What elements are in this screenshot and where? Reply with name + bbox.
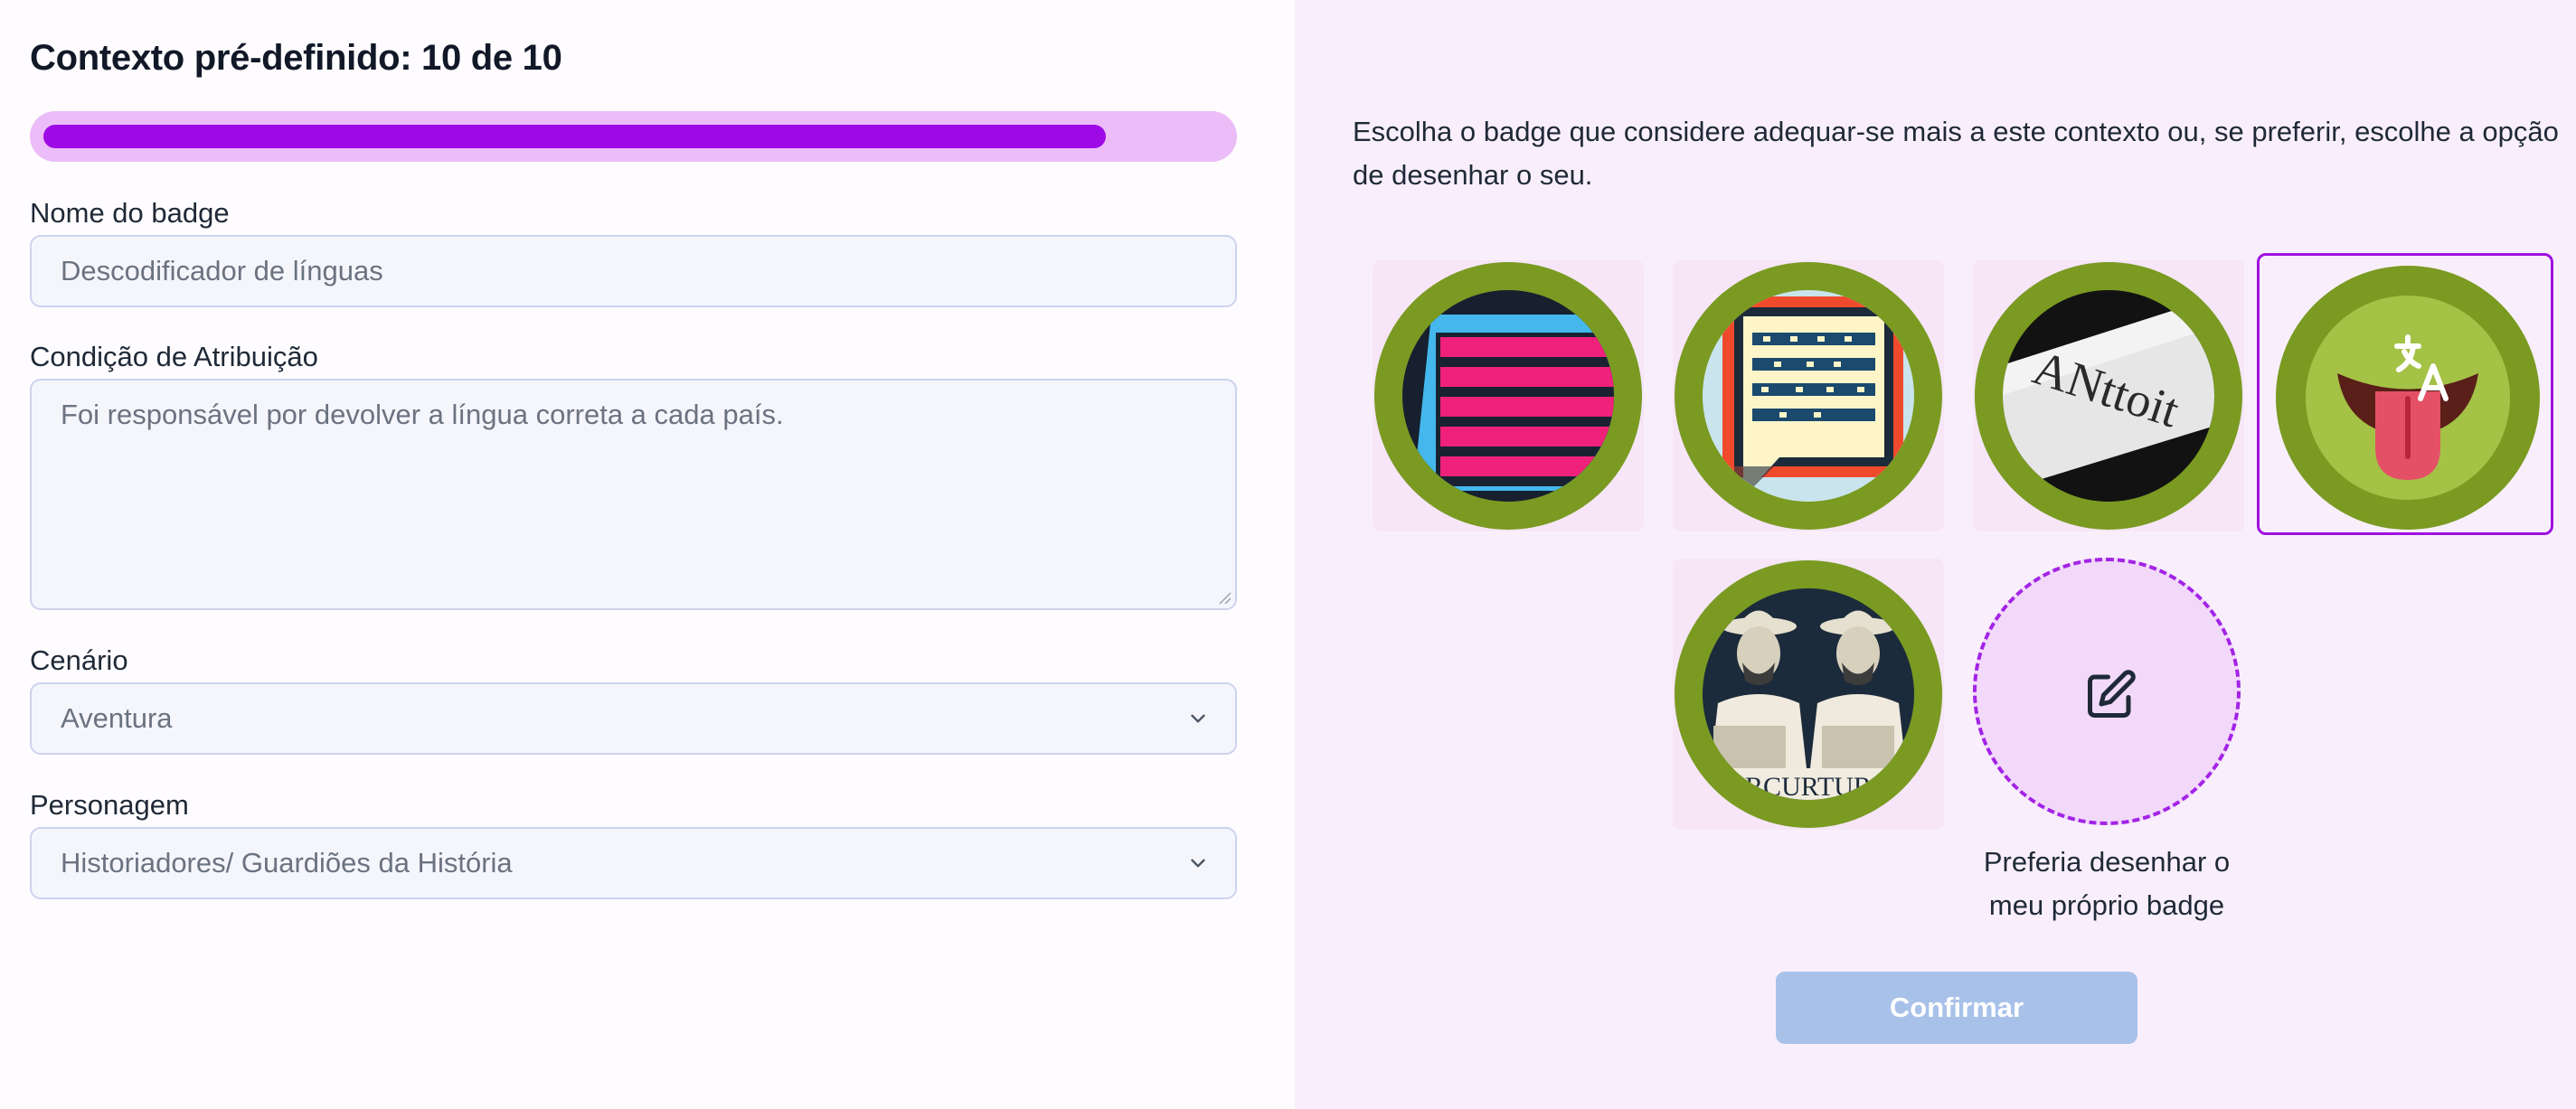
badge-option-1[interactable]	[1373, 260, 1644, 531]
badge-name-value: Descodificador de línguas	[61, 255, 383, 287]
stamped-text-badge-icon: ANttoit	[1975, 262, 2242, 530]
condition-textarea[interactable]: Foi responsável por devolver a língua co…	[30, 379, 1237, 610]
chevron-down-icon	[1191, 714, 1205, 723]
draw-own-badge-label: Preferia desenhar o meu próprio badge	[1983, 846, 2231, 921]
character-select[interactable]: Historiadores/ Guardiões da História	[30, 827, 1237, 899]
badge-name-input[interactable]: Descodificador de línguas	[30, 235, 1237, 307]
badge-name-label: Nome do badge	[30, 197, 230, 229]
badge-picker-panel: Escolha o badge que considere adequar-se…	[1295, 0, 2576, 1109]
tongue-translate-badge-icon	[2276, 266, 2540, 530]
explorers-badge-icon: RCURTUR	[1675, 560, 1942, 828]
pixel-speech-bubble-badge-icon	[1675, 262, 1942, 530]
character-label: Personagem	[30, 789, 189, 821]
scenario-label: Cenário	[30, 644, 128, 676]
scenario-value: Aventura	[61, 702, 173, 734]
badge-form: Contexto pré-definido: 10 de 10 Nome do …	[0, 0, 1295, 1109]
condition-value: Foi responsável por devolver a língua co…	[61, 399, 784, 430]
confirm-button[interactable]: Confirmar	[1776, 972, 2137, 1044]
condition-label: Condição de Atribuição	[30, 341, 318, 372]
edit-icon	[2088, 670, 2136, 718]
resize-handle-icon[interactable]	[1217, 590, 1231, 605]
badge-option-4-selected[interactable]	[2257, 253, 2553, 535]
draw-own-badge-option[interactable]	[1973, 558, 2241, 825]
character-value: Historiadores/ Guardiões da História	[61, 847, 513, 879]
badge-option-5[interactable]: RCURTUR	[1673, 559, 1944, 830]
stacked-bars-badge-icon	[1374, 262, 1642, 530]
badge-option-3[interactable]: ANttoit	[1973, 260, 2244, 531]
badge-option-2[interactable]	[1673, 260, 1944, 531]
page-title: Contexto pré-definido: 10 de 10	[30, 38, 562, 78]
picker-instructions: Escolha o badge que considere adequar-se…	[1353, 116, 2559, 191]
scenario-select[interactable]: Aventura	[30, 682, 1237, 755]
chevron-down-icon	[1191, 859, 1205, 868]
progress-bar-fill	[43, 125, 1106, 148]
progress-bar	[30, 111, 1237, 162]
